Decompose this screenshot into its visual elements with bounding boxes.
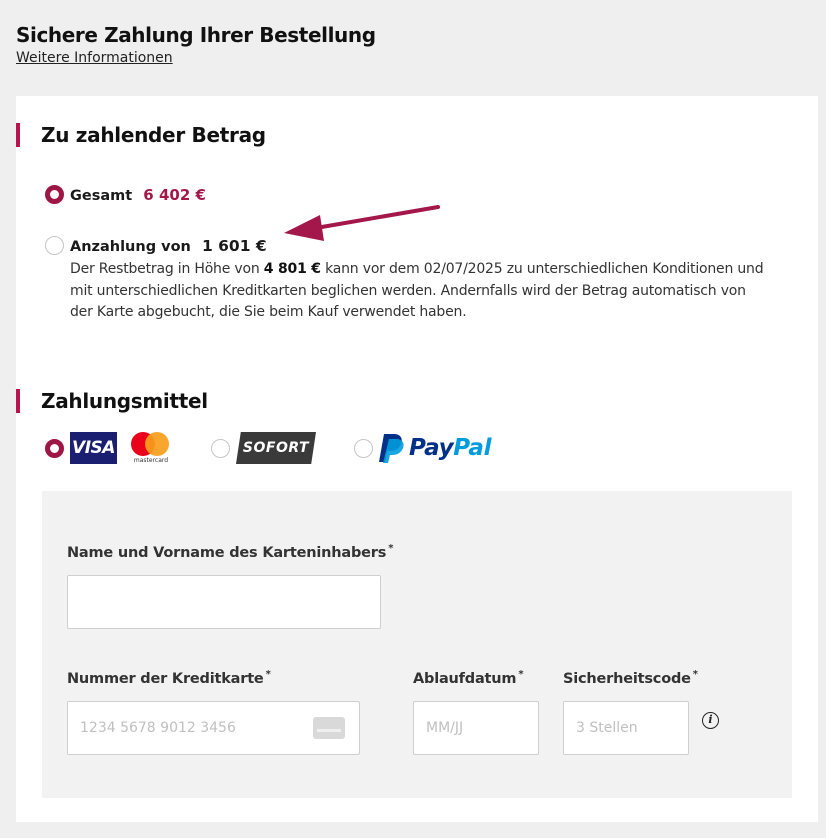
sofort-logo: SOFORT — [236, 432, 316, 464]
radio-deposit[interactable] — [45, 236, 64, 255]
card-number-label: Nummer der Kreditkarte * — [67, 669, 271, 687]
deposit-amount: 1 601 € — [201, 237, 267, 255]
credit-card-icon — [313, 717, 345, 739]
payment-method-paypal[interactable]: PayPal — [354, 433, 491, 463]
card-form: Name und Vorname des Karteninhabers * Num… — [42, 491, 792, 798]
mastercard-logo: mastercard — [129, 432, 173, 464]
radio-total[interactable] — [45, 185, 64, 204]
expiry-label: Ablaufdatum * — [413, 669, 524, 687]
payment-section-title: Zahlungsmittel — [16, 389, 208, 413]
page-title: Sichere Zahlung Ihrer Bestellung — [16, 23, 376, 47]
paypal-logo: PayPal — [379, 433, 491, 463]
radio-sofort[interactable] — [211, 438, 230, 458]
payment-card: Zu zahlender Betrag Gesamt 6 402 € Anzah… — [16, 96, 818, 822]
amount-section-title: Zu zahlender Betrag — [16, 123, 266, 147]
deposit-description: Der Restbetrag in Höhe von 4 801 € kann … — [70, 261, 764, 320]
option-deposit[interactable]: Anzahlung von 1 601 € Der Restbetrag in … — [45, 236, 770, 324]
total-label: Gesamt — [70, 188, 133, 204]
total-amount: 6 402 € — [143, 186, 206, 204]
cardholder-input[interactable] — [67, 575, 381, 629]
cvc-input[interactable] — [563, 701, 689, 755]
paypal-icon — [379, 434, 404, 463]
cardholder-label: Name und Vorname des Karteninhabers * — [67, 543, 394, 561]
remaining-amount: 4 801 € — [263, 261, 321, 277]
radio-paypal[interactable] — [354, 438, 373, 458]
more-info-link[interactable]: Weitere Informationen — [16, 50, 173, 66]
payment-methods: VISA mastercard SOFORT PayPal — [45, 432, 529, 464]
info-icon[interactable]: i — [702, 712, 719, 729]
payment-method-sofort[interactable]: SOFORT — [211, 432, 316, 464]
visa-logo: VISA — [70, 432, 117, 464]
deposit-label: Anzahlung von — [70, 239, 191, 255]
cvc-label: Sicherheitscode * — [563, 669, 698, 687]
radio-card[interactable] — [45, 438, 64, 458]
page-header: Sichere Zahlung Ihrer Bestellung Weitere… — [16, 23, 376, 66]
payment-method-card[interactable]: VISA mastercard — [45, 432, 173, 464]
expiry-input[interactable] — [413, 701, 539, 755]
annotation-arrow-icon — [284, 205, 440, 241]
option-total[interactable]: Gesamt 6 402 € — [45, 185, 206, 204]
